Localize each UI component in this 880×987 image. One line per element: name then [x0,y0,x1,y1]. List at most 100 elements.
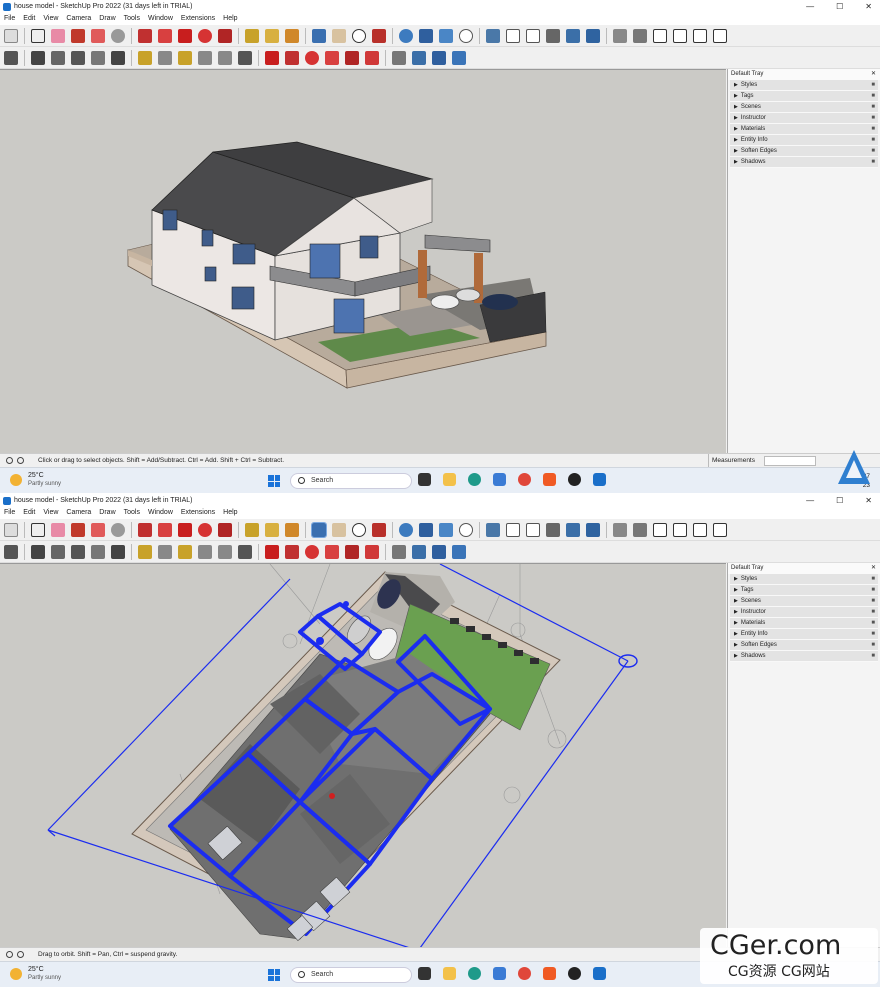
protractor-icon[interactable] [178,50,192,65]
app-icon[interactable] [568,473,581,486]
model-viewport[interactable] [0,563,726,947]
menu-edit[interactable]: Edit [23,507,40,519]
tray-item-entity-info[interactable]: ▶ Entity Info ■ [730,629,878,640]
iso-view-icon[interactable] [613,28,627,43]
menu-help[interactable]: Help [223,13,242,25]
eraser-tool-icon[interactable] [51,28,65,43]
layout-icon[interactable] [439,522,453,537]
measurements-input[interactable] [764,456,816,466]
pan-tool-icon[interactable] [332,28,346,43]
tray-item-materials[interactable]: ▶ Materials ■ [730,618,878,629]
text-label-icon[interactable] [198,544,212,559]
outer-shell-icon[interactable] [31,544,45,559]
store-icon[interactable] [493,473,506,486]
weather-widget[interactable]: 25°C Partly sunny [10,965,61,983]
menu-file[interactable]: File [4,13,20,25]
walk-icon[interactable] [412,544,426,559]
rotate-icon[interactable] [305,50,319,65]
close-icon[interactable]: ■ [871,135,875,146]
maximize-button[interactable]: ☐ [836,0,843,13]
union-icon[interactable] [71,544,85,559]
chrome-icon[interactable] [518,967,531,980]
subtract-icon[interactable] [91,50,105,65]
text-tool-icon[interactable] [265,28,279,43]
menu-view[interactable]: View [43,507,63,519]
zoom-extents-icon[interactable] [372,28,386,43]
section-plane-icon[interactable] [452,50,466,65]
info-icon[interactable] [17,951,24,958]
paint-bucket-icon[interactable] [285,28,299,43]
follow-me-icon[interactable] [325,50,339,65]
tray-item-soften-edges[interactable]: ▶ Soften Edges ■ [730,640,878,651]
shape-tool-icon[interactable] [111,522,125,537]
warehouse-icon[interactable] [399,522,413,537]
close-icon[interactable]: ■ [871,146,875,157]
pencil-tool-icon[interactable] [71,28,85,43]
menu-draw[interactable]: Draw [99,13,120,25]
offset-icon[interactable] [365,544,379,559]
tray-item-styles[interactable]: ▶ Styles ■ [730,574,878,585]
tape-icon[interactable] [138,50,152,65]
offset-icon[interactable] [365,50,379,65]
file-explorer-icon[interactable] [443,473,456,486]
protractor-icon[interactable] [178,544,192,559]
app-icon[interactable] [568,967,581,980]
geo-location-icon[interactable] [6,951,13,958]
pan-tool-icon[interactable] [332,522,346,537]
search-icon[interactable] [4,522,18,537]
tray-item-materials[interactable]: ▶ Materials ■ [730,124,878,135]
back-view-icon[interactable] [693,28,707,43]
user-account-icon[interactable] [459,28,473,43]
zoom-tool-icon[interactable] [352,522,366,537]
position-camera-icon[interactable] [392,50,406,65]
make-component-icon[interactable] [4,544,18,559]
menu-window[interactable]: Window [148,13,178,25]
menu-help[interactable]: Help [223,507,242,519]
windows-start-icon[interactable] [268,969,280,981]
look-around-icon[interactable] [432,50,446,65]
close-icon[interactable]: ■ [871,574,875,585]
tape-icon[interactable] [138,544,152,559]
xray-style-icon[interactable] [486,522,500,537]
store-icon[interactable] [493,967,506,980]
windows-start-icon[interactable] [268,475,280,487]
top-view-icon[interactable] [633,28,647,43]
front-view-icon[interactable] [653,522,667,537]
tray-item-scenes[interactable]: ▶ Scenes ■ [730,596,878,607]
menu-tools[interactable]: Tools [124,13,145,25]
monochrome-style-icon[interactable] [586,28,600,43]
look-around-icon[interactable] [432,544,446,559]
scale-icon[interactable] [345,544,359,559]
orbit-tool-icon[interactable] [311,521,327,538]
taskbar-search[interactable]: Search [290,967,412,983]
minimize-button[interactable]: — [806,494,814,507]
follow-me-icon[interactable] [158,522,172,537]
rotate-tool-icon[interactable] [198,522,212,537]
sketchup-taskbar-icon[interactable] [593,967,606,980]
wireframe-style-icon[interactable] [506,28,520,43]
close-icon[interactable]: ■ [871,124,875,135]
left-view-icon[interactable] [713,28,727,43]
union-icon[interactable] [71,50,85,65]
menu-extensions[interactable]: Extensions [181,13,220,25]
close-icon[interactable]: ■ [871,585,875,596]
close-icon[interactable]: ■ [871,607,875,618]
shaded-style-icon[interactable] [546,28,560,43]
tape-measure-icon[interactable] [245,28,259,43]
tray-item-instructor[interactable]: ▶ Instructor ■ [730,607,878,618]
close-icon[interactable]: ■ [871,618,875,629]
weather-widget[interactable]: 25°C Partly sunny [10,471,61,489]
section-plane-icon[interactable] [452,544,466,559]
close-button[interactable]: ✕ [865,494,872,507]
dimension-icon[interactable] [158,544,172,559]
move-icon[interactable] [265,544,279,559]
axes-icon[interactable] [218,544,232,559]
tray-item-entity-info[interactable]: ▶ Entity Info ■ [730,135,878,146]
make-component-icon[interactable] [4,50,18,65]
menu-tools[interactable]: Tools [124,507,145,519]
trim-icon[interactable] [111,50,125,65]
zoom-extents-icon[interactable] [372,522,386,537]
axes-icon[interactable] [218,50,232,65]
arc-tool-icon[interactable] [91,28,105,43]
task-view-icon[interactable] [418,473,431,486]
